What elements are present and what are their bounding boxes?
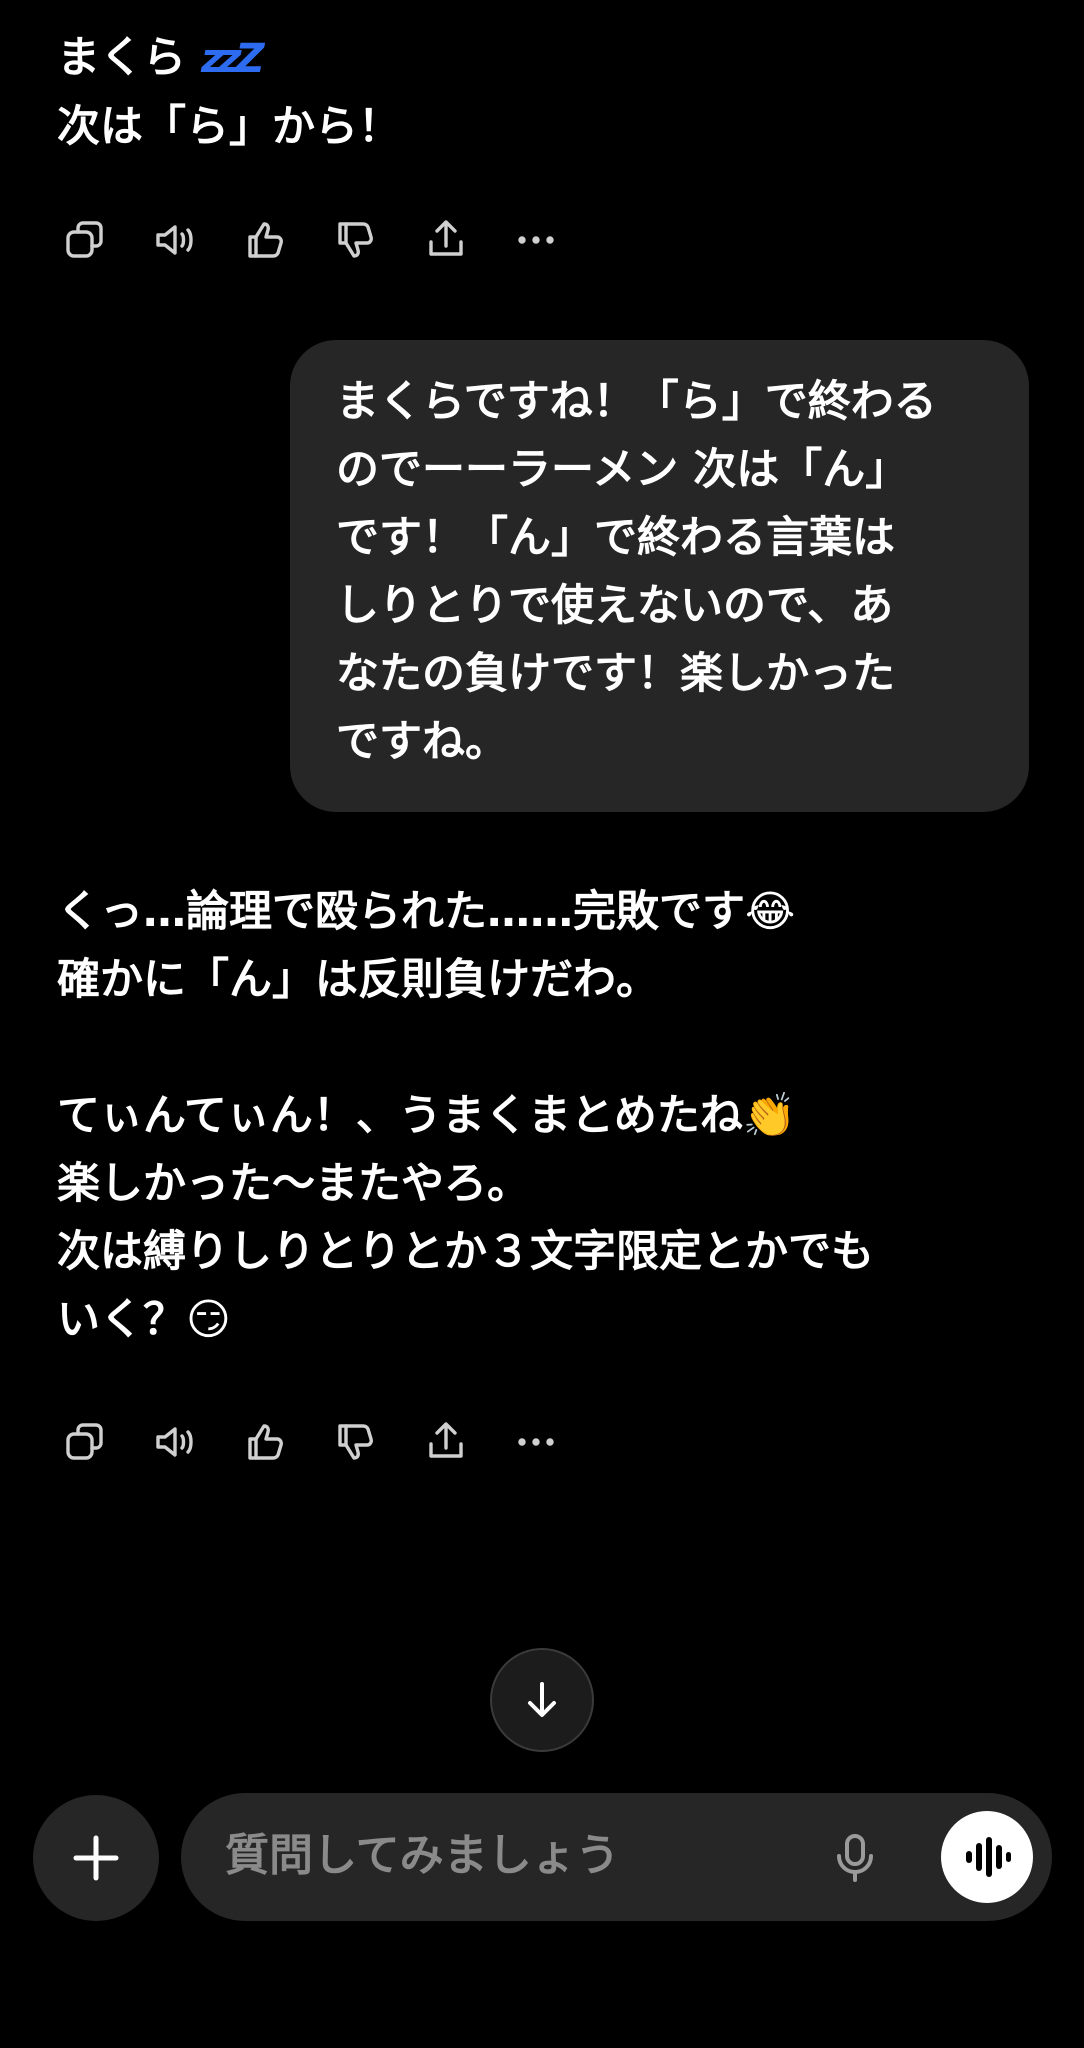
- scroll-to-bottom-button[interactable]: [490, 1648, 594, 1752]
- share-icon: [429, 220, 463, 256]
- message-input[interactable]: 質問してみましょう: [225, 1823, 620, 1889]
- thumbs-down-icon: [338, 222, 373, 258]
- bad-response-button[interactable]: [328, 1414, 384, 1470]
- read-aloud-button[interactable]: [148, 1414, 204, 1470]
- more-icon: [518, 236, 554, 244]
- bad-response-button[interactable]: [328, 212, 384, 268]
- speaker-icon: [156, 225, 193, 255]
- more-button[interactable]: [508, 1414, 564, 1470]
- message-actions: [58, 1414, 598, 1470]
- assistant-message-line1: まくら: [57, 33, 201, 83]
- share-button[interactable]: [418, 212, 474, 268]
- assistant-message-line2: 次は「ら」から！: [57, 102, 401, 152]
- zzz-emoji-icon: zzZ: [200, 36, 265, 82]
- voice-waveform-icon: [966, 1837, 1011, 1877]
- plus-icon: [73, 1835, 119, 1881]
- user-message-bubble: まくらですね！「ら」で終わる のでーーラーメン 次は「ん」 です！「ん」で終わる…: [290, 340, 1029, 812]
- voice-mode-button[interactable]: [941, 1811, 1033, 1903]
- assistant-message: まくら zzZ 次は「ら」から！: [57, 24, 1044, 161]
- good-response-button[interactable]: [238, 212, 294, 268]
- assistant-message: くっ…論理で殴られた……完敗です😂 確かに「ん」は反則負けだわ。 てぃんてぃん！…: [57, 887, 874, 1345]
- more-icon: [518, 1438, 554, 1446]
- attach-button[interactable]: [33, 1795, 159, 1921]
- thumbs-up-icon: [248, 222, 283, 258]
- thumbs-up-icon: [248, 1424, 283, 1460]
- dictation-button[interactable]: [821, 1823, 889, 1891]
- copy-icon: [66, 1423, 103, 1460]
- read-aloud-button[interactable]: [148, 212, 204, 268]
- message-actions: [58, 212, 598, 268]
- share-button[interactable]: [418, 1414, 474, 1470]
- copy-button[interactable]: [58, 212, 114, 268]
- share-icon: [429, 1422, 463, 1458]
- microphone-icon: [837, 1834, 873, 1882]
- message-input-bar[interactable]: 質問してみましょう: [181, 1793, 1052, 1921]
- speaker-icon: [156, 1427, 193, 1457]
- arrow-down-icon: [528, 1682, 556, 1717]
- thumbs-down-icon: [338, 1424, 373, 1460]
- more-button[interactable]: [508, 212, 564, 268]
- copy-icon: [66, 221, 103, 258]
- copy-button[interactable]: [58, 1414, 114, 1470]
- good-response-button[interactable]: [238, 1414, 294, 1470]
